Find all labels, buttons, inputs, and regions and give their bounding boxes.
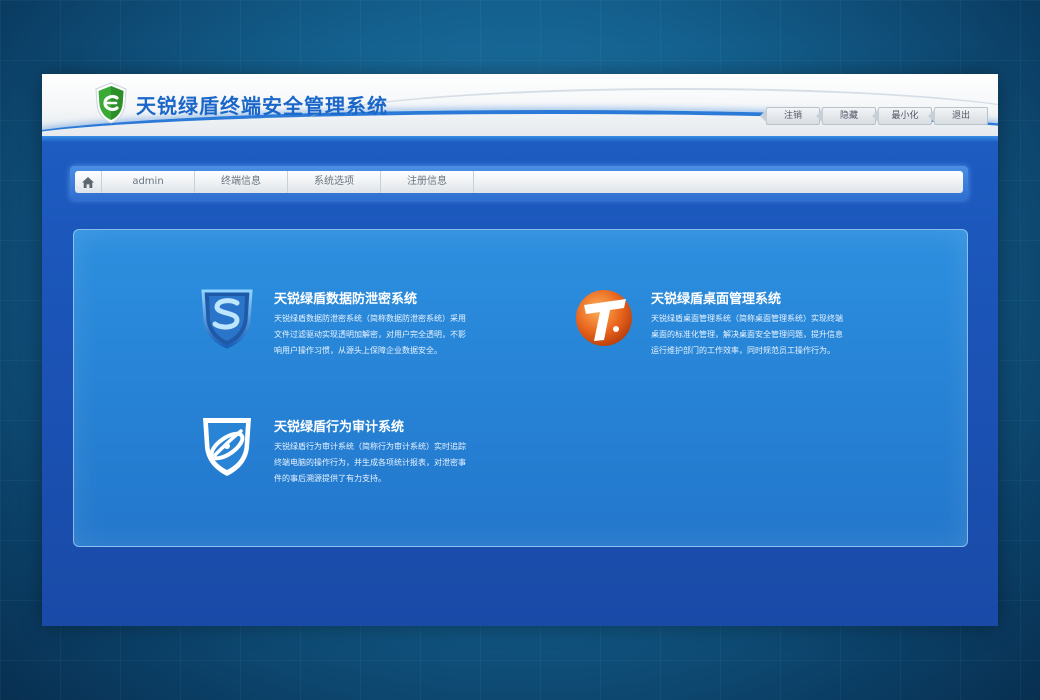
hide-button[interactable]: 隐藏	[816, 107, 876, 125]
product-title: 天锐绿盾数据防泄密系统	[274, 292, 418, 307]
nav-item-terminal-info[interactable]: 终端信息	[195, 171, 288, 193]
product-behavior-audit[interactable]: 天锐绿盾行为审计系统 天锐绿盾行为审计系统（简称行为审计系统）实时追踪终端电脑的…	[197, 413, 487, 493]
minimize-button[interactable]: 最小化	[872, 107, 932, 125]
logout-button[interactable]: 注销	[760, 107, 820, 125]
app-title: 天锐绿盾终端安全管理系统	[136, 94, 388, 118]
app-window: 天锐绿盾终端安全管理系统 注销 隐藏 最小化 退出 admin 终端信息 系统选…	[42, 74, 998, 626]
title-bar: 天锐绿盾终端安全管理系统 注销 隐藏 最小化 退出	[42, 74, 998, 136]
product-description: 天锐绿盾行为审计系统（简称行为审计系统）实时追踪终端电脑的操作行为，并生成各项统…	[274, 442, 466, 483]
product-data-leak-prevention[interactable]: 天锐绿盾数据防泄密系统 天锐绿盾数据防泄密系统（简称数据防泄密系统）采用文件过滤…	[197, 285, 487, 365]
product-title: 天锐绿盾行为审计系统	[274, 420, 405, 435]
window-controls: 注销 隐藏 最小化 退出	[760, 107, 988, 125]
nav-bar: admin 终端信息 系统选项 注册信息	[70, 166, 968, 200]
title-underline	[42, 136, 998, 142]
nav-item-system-options[interactable]: 系统选项	[288, 171, 381, 193]
orange-t-icon	[576, 290, 632, 346]
content-panel: 天锐绿盾数据防泄密系统 天锐绿盾数据防泄密系统（简称数据防泄密系统）采用文件过滤…	[73, 229, 968, 547]
product-description: 天锐绿盾桌面管理系统（简称桌面管理系统）实现终端桌面的标准化管理，解决桌面安全管…	[651, 314, 843, 355]
nav-item-admin[interactable]: admin	[102, 171, 195, 193]
shield-s-icon	[201, 289, 253, 349]
product-title: 天锐绿盾桌面管理系统	[651, 292, 782, 307]
product-desktop-management[interactable]: 天锐绿盾桌面管理系统 天锐绿盾桌面管理系统（简称桌面管理系统）实现终端桌面的标准…	[574, 285, 864, 365]
product-description: 天锐绿盾数据防泄密系统（简称数据防泄密系统）采用文件过滤驱动实现透明加解密，对用…	[274, 314, 466, 355]
home-button[interactable]	[75, 171, 102, 193]
shield-orbit-icon	[203, 418, 251, 476]
green-shield-logo-icon	[95, 82, 127, 124]
exit-button[interactable]: 退出	[928, 107, 988, 125]
nav-item-registration-info[interactable]: 注册信息	[381, 171, 474, 193]
home-icon	[82, 176, 94, 188]
nav-inner: admin 终端信息 系统选项 注册信息	[75, 171, 963, 193]
